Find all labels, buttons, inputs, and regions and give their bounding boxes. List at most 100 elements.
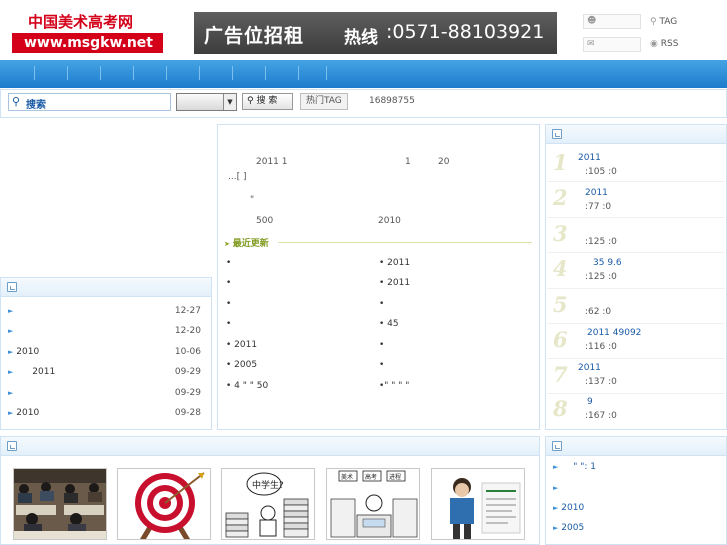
thumb-tag-text: 进程 [389,473,401,481]
divider [547,252,725,253]
rank-meta: :125 :0 [585,237,617,247]
nav-separator [166,66,167,80]
bullet-icon: ► [553,524,559,532]
news-item[interactable]: • [226,258,231,268]
bullet-icon: ► [553,504,559,512]
ad-text: 广告位招租 [204,25,305,47]
list-item[interactable]: ► " ": 1 [553,462,596,472]
list-item-date: 10-06 [174,347,201,357]
left-list-header [1,278,211,297]
rank-title[interactable]: 2011 [578,153,601,163]
rank-number: 7 [553,362,568,387]
list-item[interactable]: ► 12-20 [8,326,201,340]
rank-number: 5 [553,292,568,317]
list-item[interactable]: ► [553,483,558,493]
rank-meta: :116 :0 [585,342,617,352]
bullet-icon: ► [8,327,14,335]
nav-separator [298,66,299,80]
rank-number: 6 [553,327,568,352]
list-item-date: 09-29 [174,388,201,398]
main-nav [0,60,727,88]
list-item-date: 09-28 [174,408,201,418]
box-icon [7,282,17,292]
divider [547,288,725,289]
rank-title[interactable]: 2011 49092 [587,328,641,338]
bullet-icon: ► [8,348,14,356]
read-more-link[interactable]: ...[ ] [228,172,246,182]
news-item[interactable]: • 45 [379,319,399,329]
news-item[interactable]: • [379,299,384,309]
right-list-header [546,437,726,456]
rank-number: 3 [553,221,568,246]
nav-separator [232,66,233,80]
hot-tag-link[interactable]: 热门TAG [300,93,348,110]
ad-banner[interactable]: 广告位招租 热线 :0571-88103921 [194,12,557,54]
news-item[interactable]: • [226,299,231,309]
search-button-label: 搜 索 [256,96,278,106]
list-item[interactable]: ► 2010 09-28 [8,408,201,422]
news-item[interactable]: • 4 " " 50 [226,381,268,391]
news-item[interactable]: • 2011 [379,258,410,268]
box-icon [7,441,17,451]
news-item[interactable]: •" " " " [379,381,409,391]
gallery-thumb-study-cartoon[interactable]: 美术 高考 进程 [326,468,420,540]
rss-label: RSS [660,39,679,49]
news-item[interactable]: • [379,360,384,370]
chevron-down-icon: ▼ [223,94,236,110]
thumb-tag-text: 高考 [365,473,377,481]
list-item[interactable]: ► 2005 [553,523,584,533]
user-icon: ☻ [587,16,597,26]
list-item[interactable]: ► 2011 09-29 [8,367,201,381]
news-item[interactable]: • [226,278,231,288]
bullet-icon: ► [8,409,14,417]
list-item-date: 09-29 [174,367,201,377]
tag-link[interactable]: ⚲ TAG [650,17,677,27]
rank-meta: :167 :0 [585,411,617,421]
search-small-icon: ⚲ [650,17,657,27]
mail-icon: ✉ [587,39,595,49]
rank-number: 1 [553,150,568,175]
search-category-select[interactable]: ▼ [176,93,237,111]
rss-link[interactable]: ◉ RSS [650,39,678,49]
logo-url: www.msgkw.net [12,33,163,53]
site-logo[interactable]: 中国美术高考网 www.msgkw.net [12,12,163,54]
search-button[interactable]: ⚲ 搜 索 [242,93,293,110]
gallery-thumb-cartoon-student[interactable]: 中学生? [221,468,315,540]
search-input[interactable]: ⚲ 搜索 [8,93,171,111]
rank-title[interactable]: 2011 [578,363,601,373]
gallery-thumb-target[interactable] [117,468,211,540]
list-item[interactable]: ► 12-27 [8,306,201,320]
password-field[interactable]: ✉ [583,37,641,52]
headline-part: 1 [405,157,411,167]
rank-title[interactable]: 2011 [585,188,608,198]
news-item[interactable]: • 2005 [226,360,257,370]
list-item[interactable]: ► 2010 [553,503,584,513]
list-item-title: " ": 1 [573,462,597,472]
hot-count: 16898755 [369,96,415,106]
news-item[interactable]: • 2011 [379,278,410,288]
list-item[interactable]: ► 2010 10-06 [8,347,201,361]
gallery-thumb-exam-hall[interactable] [13,468,107,540]
rank-title[interactable]: 35 9.6 [593,258,622,268]
rank-meta: :77 :0 [585,202,612,212]
headline-part[interactable]: 2011 1 [256,157,288,167]
rank-title[interactable]: 9 [587,397,593,407]
news-item[interactable]: • [226,319,231,329]
rss-icon: ◉ [650,39,658,49]
bullet-icon: ► [8,307,14,315]
search-input-label: 搜索 [26,100,46,111]
list-item-title: 2010 [16,347,40,357]
news-item[interactable]: • 2011 [226,340,257,350]
news-item[interactable]: • [379,340,384,350]
username-field[interactable]: ☻ [583,14,641,29]
ad-hotline-label: 热线 [344,28,378,48]
exam-hall-image [14,469,106,539]
latest-updates-heading: ➤ 最近更新 [224,236,532,249]
divider [278,242,532,243]
logo-title: 中国美术高考网 [28,13,134,31]
nav-separator [265,66,266,80]
list-item[interactable]: ► 09-29 [8,388,201,402]
box-icon [552,441,562,451]
gallery-thumb-student-poster[interactable] [431,468,525,540]
latest-updates-label: 最近更新 [232,239,269,249]
